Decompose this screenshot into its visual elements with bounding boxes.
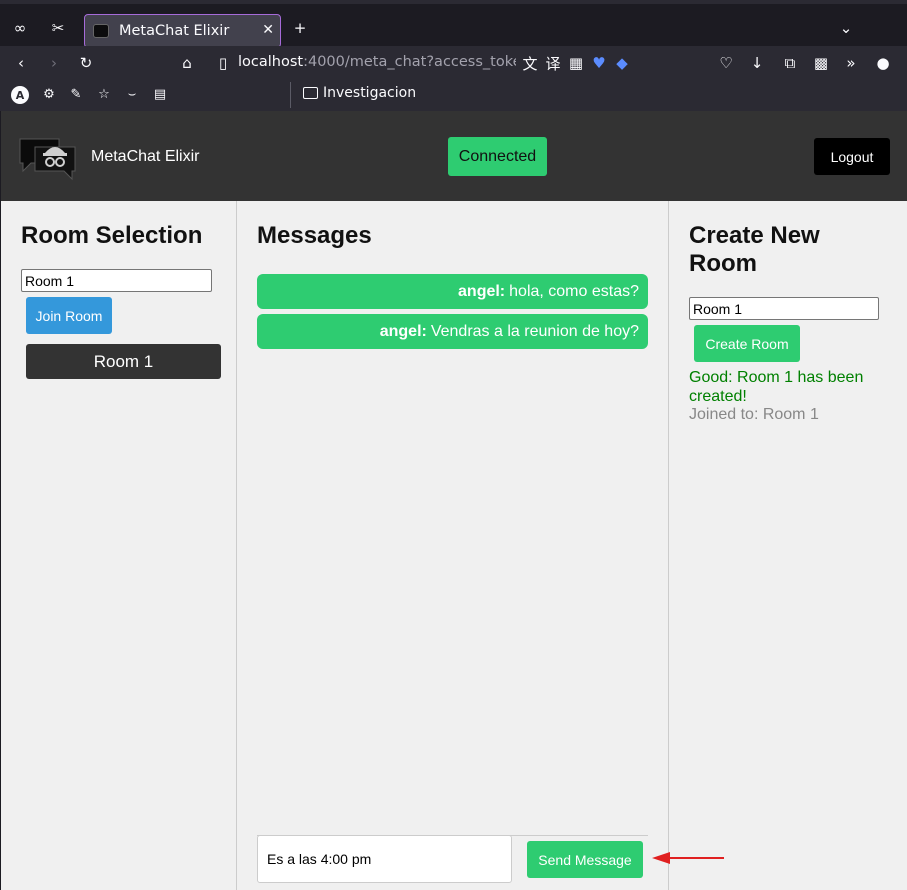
connection-status-badge: Connected bbox=[448, 137, 547, 176]
new-room-name-input[interactable]: Room 1 bbox=[689, 297, 879, 320]
gear-icon[interactable]: ⚙ bbox=[39, 84, 59, 104]
close-icon[interactable]: ✕ bbox=[262, 22, 274, 38]
avatar-icon[interactable]: A bbox=[11, 86, 29, 104]
browser-tab[interactable]: MetaChat Elixir ✕ bbox=[84, 14, 281, 48]
eye-closed-icon[interactable]: ⌣ bbox=[122, 84, 142, 104]
star-icon[interactable]: ☆ bbox=[94, 84, 114, 104]
message-user: angel: bbox=[458, 282, 506, 300]
room-selection-heading: Room Selection bbox=[21, 222, 203, 249]
infinity-icon[interactable]: ∞ bbox=[9, 17, 31, 39]
url-bar[interactable]: localhost:4000/meta_chat?access_token bbox=[238, 54, 516, 70]
back-icon[interactable]: ‹ bbox=[10, 52, 32, 74]
tab-title: MetaChat Elixir bbox=[119, 23, 230, 39]
apps-grid-icon[interactable]: ▩ bbox=[810, 52, 832, 74]
bookmarks-bar: A ⚙ ✎ ☆ ⌣ ▤ Investigacion bbox=[0, 80, 907, 111]
message-bubble: angel: Vendras a la reunion de hoy? bbox=[257, 314, 648, 349]
success-message: Good: Room 1 has been created! bbox=[689, 369, 864, 405]
app-title: MetaChat Elixir bbox=[91, 148, 200, 165]
home-icon[interactable]: ⌂ bbox=[176, 52, 198, 74]
folder-icon bbox=[303, 87, 318, 99]
send-message-button[interactable]: Send Message bbox=[527, 841, 643, 878]
reload-icon[interactable]: ↻ bbox=[75, 52, 97, 74]
create-room-panel: Create New Room Room 1 Create Room Good:… bbox=[669, 201, 907, 890]
screenshot-icon[interactable]: ✂ bbox=[47, 17, 69, 39]
profile-icon[interactable]: ● bbox=[872, 52, 894, 74]
translate-icon[interactable]: 文 bbox=[519, 52, 541, 74]
message-text: hola, como estas? bbox=[509, 282, 639, 300]
wrench-icon[interactable]: ✎ bbox=[66, 84, 86, 104]
tab-favicon-icon bbox=[93, 24, 109, 38]
room-selection-panel: Room Selection Room 1 Join Room Room 1 bbox=[1, 201, 237, 890]
url-host: localhost bbox=[238, 54, 304, 70]
bookmark-folder-label: Investigacion bbox=[323, 85, 417, 101]
bookmark-separator bbox=[290, 82, 291, 108]
annotation-arrow-icon bbox=[652, 852, 724, 864]
message-user: angel: bbox=[379, 322, 427, 340]
messages-panel: Messages angel: hola, como estas? angel:… bbox=[237, 201, 669, 890]
forward-icon[interactable]: › bbox=[43, 52, 65, 74]
message-input[interactable]: Es a las 4:00 pm bbox=[257, 835, 512, 883]
qr-code-icon[interactable]: ▦ bbox=[565, 52, 587, 74]
joined-room-status: Joined to: Room 1 bbox=[689, 406, 819, 423]
reader-icon[interactable]: ▤ bbox=[150, 84, 170, 104]
tab-bar: ∞ ✂ MetaChat Elixir ✕ + ⌄ bbox=[0, 0, 907, 48]
translate-alt-icon[interactable]: 译 bbox=[542, 52, 564, 74]
shield-icon[interactable]: ◆ bbox=[611, 52, 633, 74]
message-text: Vendras a la reunion de hoy? bbox=[430, 322, 639, 340]
logo-icon bbox=[19, 138, 76, 181]
app-header: MetaChat Elixir Connected Logout bbox=[1, 111, 907, 201]
logout-button[interactable]: Logout bbox=[814, 138, 890, 175]
new-tab-icon[interactable]: + bbox=[289, 17, 311, 39]
message-bubble: angel: hola, como estas? bbox=[257, 274, 648, 309]
heart-icon[interactable]: ♥ bbox=[588, 52, 610, 74]
messages-heading: Messages bbox=[257, 222, 372, 249]
page-info-icon[interactable]: ▯ bbox=[212, 52, 234, 74]
download-icon[interactable]: ↓ bbox=[746, 52, 768, 74]
chevron-down-icon[interactable]: ⌄ bbox=[835, 17, 857, 39]
url-path: :4000/meta_chat?access_token bbox=[303, 54, 516, 70]
extensions-icon[interactable]: ⧉ bbox=[779, 52, 801, 74]
room-list-item[interactable]: Room 1 bbox=[26, 344, 221, 379]
create-room-button[interactable]: Create Room bbox=[694, 325, 800, 362]
navigation-bar: ‹ › ↻ ⌂ ▯ localhost:4000/meta_chat?acces… bbox=[0, 46, 907, 80]
join-room-button[interactable]: Join Room bbox=[26, 297, 112, 334]
pocket-icon[interactable]: ♡ bbox=[715, 52, 737, 74]
room-name-input[interactable]: Room 1 bbox=[21, 269, 212, 292]
browser-chrome: ∞ ✂ MetaChat Elixir ✕ + ⌄ ‹ › ↻ ⌂ ▯ loca… bbox=[0, 0, 907, 111]
create-room-heading: Create New Room bbox=[689, 222, 820, 277]
bookmark-folder[interactable]: Investigacion bbox=[303, 85, 416, 101]
overflow-chevron-icon[interactable]: » bbox=[840, 52, 862, 74]
